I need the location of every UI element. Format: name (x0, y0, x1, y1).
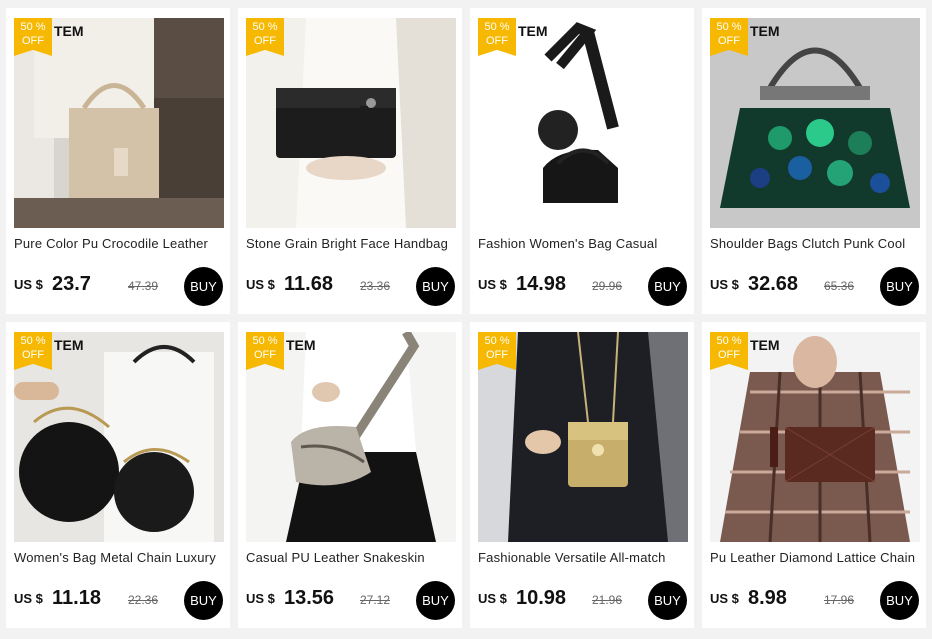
currency-label: US $ (14, 277, 43, 292)
original-price: 22.36 (128, 593, 159, 607)
badge-off: OFF (718, 35, 740, 47)
product-card[interactable]: 50 % OFF Stone Grain Bright Face Handbag… (238, 8, 462, 314)
product-price: 13.56 (284, 587, 335, 609)
currency-label: US $ (710, 591, 739, 606)
currency-label: US $ (710, 277, 739, 292)
currency-label: US $ (14, 591, 43, 606)
badge-off: OFF (718, 349, 740, 361)
badge-percent: 50 % (252, 335, 278, 347)
badge-percent: 50 % (484, 21, 510, 33)
buy-button[interactable]: BUY (416, 581, 455, 620)
badge-off: OFF (486, 349, 508, 361)
original-price: 23.36 (360, 279, 391, 293)
buy-button[interactable]: BUY (648, 581, 687, 620)
product-price: 32.68 (748, 273, 799, 295)
discount-badge: 50 % OFF (14, 18, 52, 56)
buy-button[interactable]: BUY (416, 267, 455, 306)
discount-badge: 50 % OFF (14, 332, 52, 370)
product-card[interactable]: 50 % OFF TEM Women's Bag Metal Chain Lux… (6, 322, 230, 628)
discount-badge: 50 % OFF (478, 18, 516, 56)
buy-button[interactable]: BUY (648, 267, 687, 306)
product-card[interactable]: 50 % OFF TEM Pu Leather Diamond Lattice … (702, 322, 926, 628)
product-price: 11.68 (284, 273, 333, 295)
currency-label: US $ (246, 277, 275, 292)
tem-label: TEM (286, 337, 316, 353)
discount-badge: 50 % OFF (246, 332, 284, 370)
badge-off: OFF (254, 349, 276, 361)
badge-off: OFF (22, 35, 44, 47)
badge-percent: 50 % (20, 21, 46, 33)
currency-label: US $ (246, 591, 275, 606)
badge-percent: 50 % (20, 335, 46, 347)
tem-label: TEM (750, 23, 780, 39)
product-price: 11.18 (52, 587, 101, 609)
badge-off: OFF (486, 35, 508, 47)
discount-badge: 50 % OFF (710, 18, 748, 56)
product-card[interactable]: 50 % OFF TEM Pure Color Pu Crocodile Lea… (6, 8, 230, 314)
buy-button[interactable]: BUY (880, 581, 919, 620)
badge-percent: 50 % (716, 21, 742, 33)
original-price: 17.96 (824, 593, 855, 607)
product-title[interactable]: Casual PU Leather Snakeskin (246, 550, 458, 565)
discount-badge: 50 % OFF (478, 332, 516, 370)
product-title[interactable]: Stone Grain Bright Face Handbag (246, 236, 458, 251)
discount-badge: 50 % OFF (246, 18, 284, 56)
product-title[interactable]: Fashion Women's Bag Casual (478, 236, 690, 251)
badge-off: OFF (22, 349, 44, 361)
tem-label: TEM (518, 23, 548, 39)
tem-label: TEM (750, 337, 780, 353)
original-price: 27.12 (360, 593, 391, 607)
discount-badge: 50 % OFF (710, 332, 748, 370)
badge-percent: 50 % (252, 21, 278, 33)
product-grid: 50 % OFF TEM Pure Color Pu Crocodile Lea… (0, 0, 932, 639)
original-price: 29.96 (592, 279, 623, 293)
currency-label: US $ (478, 591, 507, 606)
product-title[interactable]: Pure Color Pu Crocodile Leather (14, 236, 226, 251)
product-price: 14.98 (516, 273, 567, 295)
product-title[interactable]: Women's Bag Metal Chain Luxury (14, 550, 226, 565)
badge-percent: 50 % (716, 335, 742, 347)
product-title[interactable]: Fashionable Versatile All-match (478, 550, 690, 565)
product-card[interactable]: 50 % OFF TEM Shoulder Bags Clutch Punk C… (702, 8, 926, 314)
product-title[interactable]: Shoulder Bags Clutch Punk Cool (710, 236, 922, 251)
product-price: 10.98 (516, 587, 567, 609)
tem-label: TEM (54, 23, 84, 39)
product-card[interactable]: 50 % OFF TEM Casual PU Leather Snakeskin… (238, 322, 462, 628)
buy-button[interactable]: BUY (184, 581, 223, 620)
buy-button[interactable]: BUY (184, 267, 223, 306)
original-price: 21.96 (592, 593, 623, 607)
original-price: 47.39 (128, 279, 159, 293)
product-card[interactable]: 50 % OFF TEM Fashion Women's Bag Casual … (470, 8, 694, 314)
badge-percent: 50 % (484, 335, 510, 347)
product-price: 8.98 (748, 587, 787, 609)
buy-button[interactable]: BUY (880, 267, 919, 306)
product-card[interactable]: 50 % OFF Fashionable Versatile All-match… (470, 322, 694, 628)
product-title[interactable]: Pu Leather Diamond Lattice Chain (710, 550, 922, 565)
tem-label: TEM (54, 337, 84, 353)
currency-label: US $ (478, 277, 507, 292)
product-price: 23.7 (52, 273, 91, 295)
original-price: 65.36 (824, 279, 855, 293)
badge-off: OFF (254, 35, 276, 47)
